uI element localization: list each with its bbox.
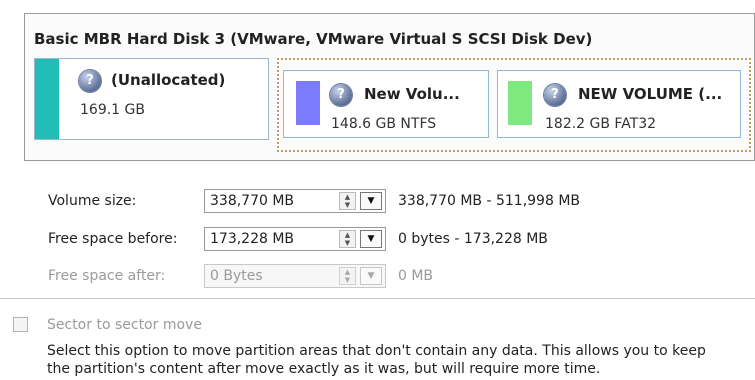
- partition-name: New Volu...: [364, 85, 460, 103]
- sector-to-sector-label: Sector to sector move: [47, 317, 202, 333]
- separator: [0, 298, 755, 299]
- sector-to-sector-checkbox[interactable]: [13, 317, 28, 332]
- partition-name: (Unallocated): [111, 71, 226, 89]
- free-space-before-range: 0 bytes - 173,228 MB: [398, 231, 548, 247]
- free-space-before-input[interactable]: 173,228 MB ▲ ▼ ▼: [204, 227, 386, 251]
- sector-move-description-line2: the partition's content after move exact…: [47, 361, 601, 377]
- partition-color-bar: [35, 59, 59, 139]
- volume-size-input[interactable]: 338,770 MB ▲ ▼ ▼: [204, 189, 386, 213]
- stepper-down-icon[interactable]: ▼: [340, 239, 355, 247]
- sector-move-description-line1: Select this option to move partition are…: [47, 343, 706, 359]
- free-space-after-label: Free space after:: [48, 268, 166, 284]
- question-icon: ?: [79, 70, 101, 92]
- volume-size-stepper[interactable]: ▲ ▼: [339, 192, 356, 210]
- stepper-up-icon[interactable]: ▲: [340, 193, 355, 201]
- stepper-up-icon: ▲: [344, 268, 351, 276]
- disk-map-panel: Basic MBR Hard Disk 3 (VMware, VMware Vi…: [24, 13, 755, 161]
- partition-new-volume-ntfs[interactable]: ? New Volu... 148.6 GB NTFS: [283, 70, 489, 138]
- free-space-after-range: 0 MB: [398, 268, 434, 284]
- free-space-before-stepper[interactable]: ▲ ▼: [339, 230, 356, 248]
- partition-name: NEW VOLUME (...: [578, 85, 723, 103]
- disk-header: Basic MBR Hard Disk 3 (VMware, VMware Vi…: [34, 30, 593, 48]
- partition-unallocated[interactable]: ? (Unallocated) 169.1 GB: [34, 58, 269, 140]
- free-space-after-stepper: ▲ ▼: [339, 267, 356, 285]
- volume-size-unit-dropdown[interactable]: ▼: [360, 192, 382, 210]
- free-space-before-unit-dropdown[interactable]: ▼: [360, 230, 382, 248]
- partition-size: 182.2 GB FAT32: [545, 116, 657, 132]
- volume-size-label: Volume size:: [48, 193, 137, 209]
- free-space-before-label: Free space before:: [48, 231, 178, 247]
- partition-size: 148.6 GB NTFS: [331, 116, 437, 132]
- partition-color-bar: [296, 81, 320, 125]
- volume-size-value: 338,770 MB: [210, 193, 295, 209]
- partition-color-bar: [508, 81, 532, 125]
- free-space-after-unit-dropdown: ▼: [360, 267, 382, 285]
- stepper-down-icon[interactable]: ▼: [340, 201, 355, 209]
- selected-partition-group: ? New Volu... 148.6 GB NTFS ? NEW VOLUME…: [277, 58, 751, 152]
- partition-size: 169.1 GB: [80, 102, 145, 118]
- stepper-down-icon: ▼: [344, 276, 351, 284]
- free-space-after-value: 0 Bytes: [210, 268, 263, 284]
- volume-size-range: 338,770 MB - 511,998 MB: [398, 193, 581, 209]
- free-space-before-value: 173,228 MB: [210, 231, 295, 247]
- stepper-up-icon[interactable]: ▲: [340, 231, 355, 239]
- free-space-after-input: 0 Bytes ▲ ▼ ▼: [204, 264, 386, 288]
- partition-new-volume-fat32[interactable]: ? NEW VOLUME (... 182.2 GB FAT32: [497, 70, 741, 138]
- question-icon: ?: [330, 84, 352, 106]
- question-icon: ?: [544, 84, 566, 106]
